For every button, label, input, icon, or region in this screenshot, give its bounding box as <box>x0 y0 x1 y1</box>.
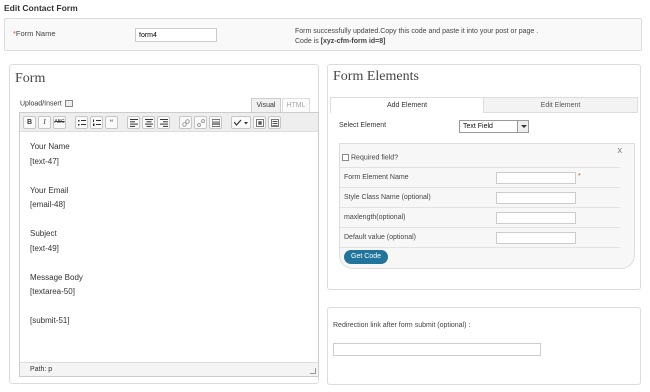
shortcode: [xyz-cfm-form id=8] <box>320 38 386 45</box>
content-line: Your Name <box>30 142 70 151</box>
field-row: Default value (optional) <box>340 228 620 248</box>
redirect-url-input[interactable] <box>333 343 541 356</box>
get-code-button[interactable]: Get Code <box>344 250 388 264</box>
form-elements-panel: Form Elements Add Element Edit Element S… <box>327 64 641 290</box>
content-line: Subject <box>30 229 57 238</box>
content-line: [text-49] <box>30 243 59 253</box>
italic-button[interactable]: I <box>38 116 51 129</box>
field-row: Form Element Name * <box>340 168 620 188</box>
tab-visual[interactable]: Visual <box>251 98 281 112</box>
default-value-input[interactable] <box>496 232 576 244</box>
upload-insert-link[interactable]: Upload/Insert <box>20 100 73 107</box>
strikethrough-button[interactable]: ABC <box>53 116 66 129</box>
media-icon <box>64 100 73 107</box>
fullscreen-button[interactable] <box>253 116 266 129</box>
spellcheck-button[interactable] <box>231 116 251 129</box>
content-line: [submit-51] <box>30 316 70 325</box>
required-label: Required field? <box>351 154 399 162</box>
numbered-list-icon <box>92 119 101 126</box>
page-title: Edit Contact Form <box>4 3 78 13</box>
align-left-button[interactable] <box>127 116 140 129</box>
required-checkbox[interactable] <box>342 154 349 161</box>
content-line: [text-47] <box>30 156 59 166</box>
chevron-down-icon <box>517 121 528 132</box>
content-line <box>30 169 310 184</box>
editor-content[interactable]: Your Name [text-47] Your Email [email-48… <box>30 140 310 329</box>
align-left-icon <box>129 119 138 127</box>
content-line: Your Email <box>30 185 69 195</box>
form-name-label: *Form Name <box>13 29 56 38</box>
form-panel: Form Upload/Insert Visual HTML B I ABC “… <box>9 64 319 384</box>
content-line: [textarea-50] <box>30 287 75 296</box>
form-name-bar: *Form Name Form successfully updated.Cop… <box>4 18 642 51</box>
form-element-name-input[interactable] <box>496 172 576 184</box>
insert-more-button[interactable] <box>209 116 222 129</box>
tab-add-element[interactable]: Add Element <box>330 97 484 113</box>
form-name-input[interactable] <box>135 28 217 42</box>
form-elements-title: Form Elements <box>333 69 419 84</box>
editor-toolbar: B I ABC “ <box>20 113 318 132</box>
element-tabs: Add Element Edit Element <box>330 97 638 113</box>
unlink-button[interactable] <box>194 116 207 129</box>
content-line: [email-48] <box>30 200 66 209</box>
required-row: Required field? <box>340 148 620 168</box>
insert-link-button[interactable] <box>179 116 192 129</box>
redirect-label: Redirection link after form submit (opti… <box>333 322 471 329</box>
field-label: Style Class Name (optional) <box>344 194 431 201</box>
fullscreen-icon <box>255 119 264 127</box>
spellcheck-icon <box>234 119 248 126</box>
form-panel-title: Form <box>15 71 46 86</box>
content-line <box>30 256 310 271</box>
content-line <box>30 213 310 228</box>
style-class-input[interactable] <box>496 192 576 204</box>
bullet-list-button[interactable] <box>75 116 88 129</box>
content-line: Message Body <box>30 272 83 282</box>
tab-html[interactable]: HTML <box>282 98 310 112</box>
bold-button[interactable]: B <box>23 116 36 129</box>
redirect-panel: Redirection link after form submit (opti… <box>327 307 641 385</box>
resize-handle[interactable] <box>310 368 316 374</box>
tab-edit-element[interactable]: Edit Element <box>484 97 638 113</box>
element-builder: X Required field? Form Element Name * St… <box>339 143 635 269</box>
field-row: Style Class Name (optional) <box>340 188 620 208</box>
more-tag-icon <box>211 119 220 127</box>
link-icon <box>181 119 190 127</box>
required-star: * <box>578 173 581 180</box>
field-row: maxlength(optional) <box>340 208 620 228</box>
align-center-button[interactable] <box>142 116 155 129</box>
element-type-select[interactable]: Text Field <box>459 120 529 133</box>
align-right-button[interactable] <box>157 116 170 129</box>
field-label: Default value (optional) <box>344 234 416 241</box>
success-message: Form successfully updated.Copy this code… <box>295 28 539 45</box>
unlink-icon <box>196 119 205 127</box>
numbered-list-button[interactable] <box>90 116 103 129</box>
kitchen-sink-button[interactable] <box>268 116 281 129</box>
bullet-list-icon <box>77 120 86 126</box>
toolbar-toggle-icon <box>270 119 279 127</box>
align-right-icon <box>159 119 168 127</box>
blockquote-button[interactable]: “ <box>105 116 118 129</box>
align-center-icon <box>144 119 153 127</box>
select-element-label: Select Element <box>339 122 387 129</box>
content-line <box>30 300 310 315</box>
field-label: Form Element Name <box>344 174 409 181</box>
field-label: maxlength(optional) <box>344 214 406 221</box>
maxlength-input[interactable] <box>496 212 576 224</box>
editor-path-bar: Path: p <box>20 362 318 376</box>
rich-text-editor[interactable]: B I ABC “ Your Name [text-47] Your Email… <box>19 112 319 377</box>
